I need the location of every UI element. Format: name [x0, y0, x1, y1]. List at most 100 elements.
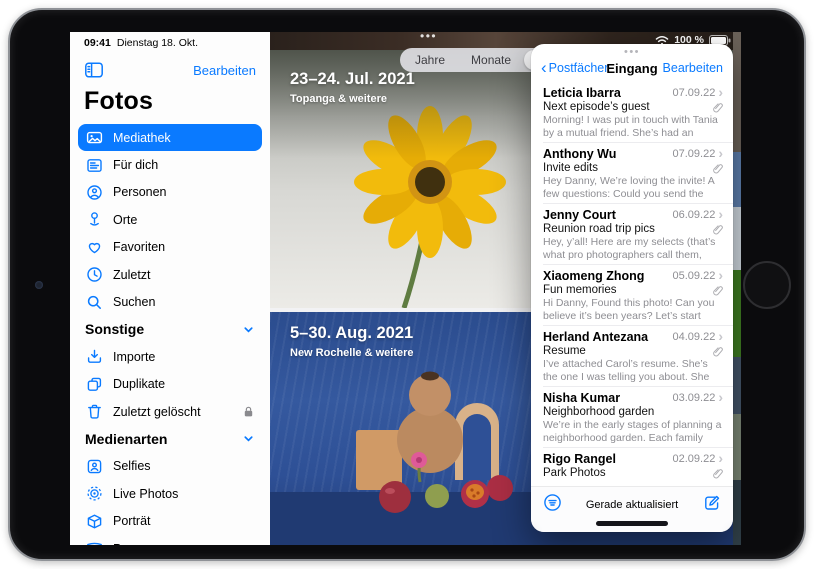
chevron-right-icon: ›	[718, 270, 723, 280]
photo-group-label: 23–24. Jul. 2021 Topanga & weitere	[290, 70, 415, 105]
message-sender: Anthony Wu	[543, 147, 616, 161]
message-preview: Hi Danny, Found this photo! Can you beli…	[543, 297, 723, 323]
sidebar-item-label: Zuletzt	[113, 268, 151, 282]
paperclip-icon	[713, 346, 723, 357]
filter-icon[interactable]	[543, 493, 562, 512]
chevron-right-icon: ›	[718, 148, 723, 158]
paperclip-icon	[713, 468, 723, 479]
mailboxes-back-button[interactable]: ‹ Postfächer	[541, 61, 608, 75]
photos-sidebar: 09:41 Dienstag 18. Okt. Bearbeiten Fotos	[70, 32, 270, 545]
portrait-cube-icon	[85, 513, 103, 530]
status-bar-left: 09:41 Dienstag 18. Okt.	[70, 32, 270, 49]
sidebar-item-label: Live Photos	[113, 487, 178, 501]
message-preview: Hey Danny, We’re loving the invite! A fe…	[543, 175, 723, 201]
photo-group-location: Topanga & weitere	[290, 93, 415, 105]
mail-edit-button[interactable]: Bearbeiten	[663, 61, 723, 75]
message-subject: Resume	[543, 345, 586, 357]
sidebar-item-label: Favoriten	[113, 240, 165, 254]
photo-group-location: New Rochelle & weitere	[290, 347, 414, 359]
message-row[interactable]: Xiaomeng Zhong 05.09.22› Fun memories Hi…	[531, 265, 733, 326]
sidebar-item-portraet[interactable]: Porträt	[78, 507, 262, 534]
message-preview: Hey, y’all! Here are my selects (that’s …	[543, 236, 723, 262]
panorama-icon	[85, 540, 103, 545]
sidebar-item-label: Zuletzt gelöscht	[113, 405, 201, 419]
window-handle-icon[interactable]: •••	[420, 32, 437, 43]
message-subject: Neighborhood garden	[543, 406, 654, 418]
trash-icon	[85, 403, 103, 420]
sidebar-item-label: Selfies	[113, 459, 151, 473]
sidebar-item-fuer-dich[interactable]: Für dich	[78, 151, 262, 178]
sidebar-item-suchen[interactable]: Suchen	[78, 288, 262, 315]
section-label: Medienarten	[85, 431, 167, 447]
sidebar-item-label: Personen	[113, 185, 167, 199]
message-sender: Rigo Rangel	[543, 452, 616, 466]
chevron-right-icon: ›	[718, 209, 723, 219]
photo-group-date: 5–30. Aug. 2021	[290, 324, 414, 343]
sidebar-section-sonstige[interactable]: Sonstige	[78, 316, 262, 343]
chevron-right-icon: ›	[718, 392, 723, 402]
status-time: 09:41	[84, 37, 111, 49]
home-button[interactable]	[743, 261, 791, 309]
sidebar-item-panoramen[interactable]: Panoramen	[78, 535, 262, 545]
page-title: Fotos	[70, 81, 270, 124]
sidebar-item-live-photos[interactable]: Live Photos	[78, 480, 262, 507]
status-date: Dienstag 18. Okt.	[117, 37, 198, 49]
heart-icon	[85, 239, 103, 256]
message-row[interactable]: Anthony Wu 07.09.22› Invite edits Hey Da…	[531, 143, 733, 204]
message-subject: Reunion road trip pics	[543, 223, 655, 235]
message-date: 04.09.22	[673, 331, 716, 343]
search-icon	[85, 294, 103, 311]
duplicates-icon	[85, 376, 103, 393]
sidebar-item-zuletzt-geloescht[interactable]: Zuletzt gelöscht	[78, 398, 262, 425]
message-sender: Xiaomeng Zhong	[543, 269, 644, 283]
sidebar-item-label: Porträt	[113, 514, 151, 528]
message-list: Leticia Ibarra 07.09.22› Next episode’s …	[531, 82, 733, 532]
mail-status-text: Gerade aktualisiert	[586, 499, 678, 511]
tab-jahre[interactable]: Jahre	[402, 50, 458, 70]
mail-toolbar: Gerade aktualisiert	[531, 486, 733, 532]
tab-monate[interactable]: Monate	[458, 50, 524, 70]
message-subject: Fun memories	[543, 284, 617, 296]
message-row[interactable]: Leticia Ibarra 07.09.22› Next episode’s …	[531, 82, 733, 143]
clock-icon	[85, 266, 103, 283]
paperclip-icon	[713, 102, 723, 113]
front-camera-icon	[35, 281, 43, 289]
photos-library-icon	[85, 129, 103, 146]
sidebar-item-importe[interactable]: Importe	[78, 343, 262, 370]
chevron-right-icon: ›	[718, 87, 723, 97]
paperclip-icon	[713, 285, 723, 296]
sidebar-item-duplikate[interactable]: Duplikate	[78, 371, 262, 398]
message-date: 03.09.22	[673, 392, 716, 404]
message-date: 05.09.22	[673, 270, 716, 282]
sidebar-item-personen[interactable]: Personen	[78, 179, 262, 206]
sidebar-section-medienarten[interactable]: Medienarten	[78, 425, 262, 452]
message-sender: Leticia Ibarra	[543, 86, 621, 100]
sidebar-item-label: Suchen	[113, 295, 155, 309]
screen: 09:41 Dienstag 18. Okt. Bearbeiten Fotos	[70, 32, 741, 545]
message-subject: Park Photos	[543, 467, 606, 479]
for-you-icon	[85, 157, 103, 174]
message-row[interactable]: Jenny Court 06.09.22› Reunion road trip …	[531, 204, 733, 265]
message-row[interactable]: Herland Antezana 04.09.22› Resume I’ve a…	[531, 326, 733, 387]
places-pin-icon	[85, 211, 103, 228]
sidebar-item-mediathek[interactable]: Mediathek	[78, 124, 262, 151]
slideover-grabber[interactable]	[596, 521, 668, 526]
photos-edit-button[interactable]: Bearbeiten	[193, 63, 256, 78]
message-preview: We’re in the early stages of planning a …	[543, 419, 723, 445]
sidebar-item-orte[interactable]: Orte	[78, 206, 262, 233]
sidebar-item-selfies[interactable]: Selfies	[78, 453, 262, 480]
sidebar-toggle-icon[interactable]	[84, 61, 104, 79]
compose-icon[interactable]	[703, 494, 721, 512]
message-sender: Jenny Court	[543, 208, 616, 222]
chevron-down-icon	[242, 432, 255, 445]
message-row[interactable]: Nisha Kumar 03.09.22› Neighborhood garde…	[531, 387, 733, 448]
sidebar-item-label: Panoramen	[113, 542, 178, 545]
window-handle-icon[interactable]: •••	[531, 44, 733, 57]
photo-group-date: 23–24. Jul. 2021	[290, 70, 415, 89]
back-label: Postfächer	[549, 61, 609, 75]
sidebar-item-label: Orte	[113, 213, 137, 227]
sidebar-item-favoriten[interactable]: Favoriten	[78, 234, 262, 261]
background-photos-column	[733, 32, 741, 545]
sidebar-item-zuletzt[interactable]: Zuletzt	[78, 261, 262, 288]
sidebar-item-label: Mediathek	[113, 131, 171, 145]
